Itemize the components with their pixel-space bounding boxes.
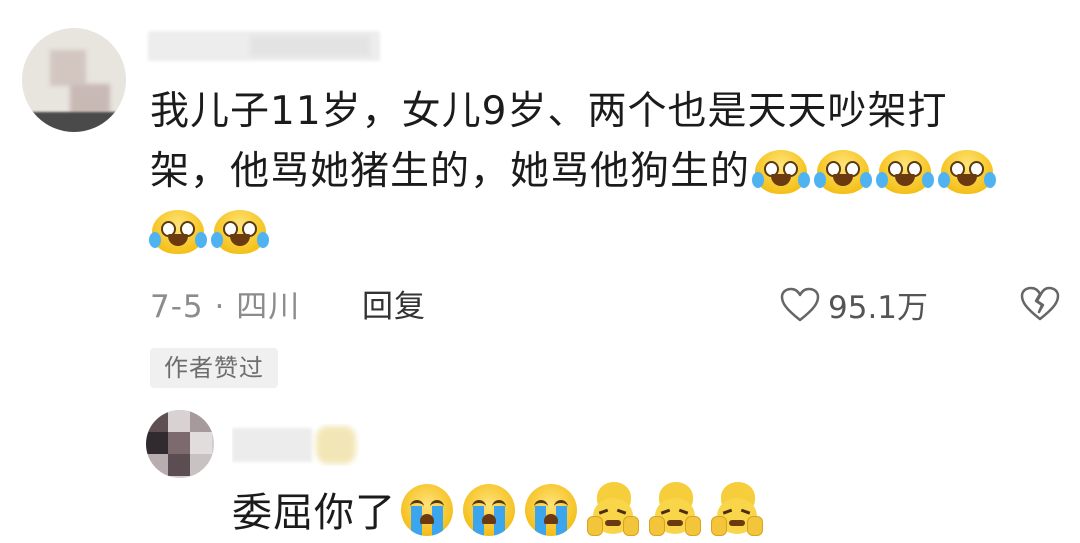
laugh-cry-emoji xyxy=(149,210,207,254)
facepalm-emoji xyxy=(649,482,701,536)
laugh-cry-emoji xyxy=(814,150,873,194)
author-liked-badge: 作者赞过 xyxy=(150,348,278,388)
comment-line-2: 架，他骂她猪生的，她骂他狗生的 xyxy=(150,142,1050,202)
reply-text: 委屈你了 xyxy=(232,490,396,536)
reply-button[interactable]: 回复 xyxy=(362,281,426,326)
dislike-button[interactable] xyxy=(1020,286,1060,326)
like-count: 95.1万 xyxy=(828,290,929,326)
comment-body: 我儿子11岁，女儿9岁、两个也是天天吵架打 架，他骂她猪生的，她骂他狗生的 xyxy=(149,82,1050,262)
commenter-name-blur-detail xyxy=(250,36,370,56)
crying-emoji xyxy=(401,484,453,536)
comment-line-1: 我儿子11岁，女儿9岁、两个也是天天吵架打 xyxy=(150,89,948,134)
laugh-cry-emoji xyxy=(876,150,935,194)
laugh-cry-emoji xyxy=(752,150,811,194)
reply-body: 委屈你了 xyxy=(232,482,768,539)
facepalm-emoji xyxy=(587,482,639,536)
replier-name-blurred[interactable] xyxy=(232,424,360,466)
comment-line-3 xyxy=(149,202,1050,262)
commenter-avatar[interactable] xyxy=(22,28,126,132)
crying-emoji xyxy=(525,484,577,536)
facepalm-emoji xyxy=(711,482,763,536)
broken-heart-icon xyxy=(1020,286,1060,321)
laugh-cry-emoji xyxy=(211,210,269,254)
comment-line-2-text: 架，他骂她猪生的，她骂他狗生的 xyxy=(150,149,751,194)
heart-icon xyxy=(780,287,820,321)
laugh-cry-emoji xyxy=(938,150,997,194)
crying-emoji xyxy=(463,484,515,536)
like-button[interactable]: 95.1万 xyxy=(780,282,928,327)
comment-date-location: 7-5 · 四川 xyxy=(150,289,301,325)
replier-avatar[interactable] xyxy=(146,410,214,478)
